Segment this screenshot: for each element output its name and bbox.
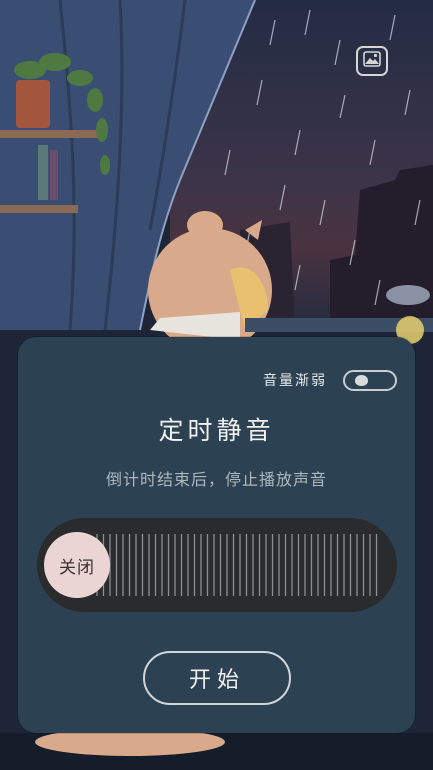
timer-slider[interactable]: 关闭 (37, 518, 397, 612)
volume-fade-row: 音量渐弱 (263, 368, 397, 392)
start-button[interactable]: 开始 (143, 651, 291, 705)
sheet-title: 定时静音 (158, 416, 275, 445)
toggle-knob (355, 374, 368, 386)
slider-value-label: 关闭 (59, 557, 95, 578)
sleep-timer-sheet: 音量渐弱 定时静音 倒计时结束后，停止播放声音 关闭 开始 (18, 337, 415, 733)
slider-thumb[interactable]: 关闭 (44, 532, 110, 598)
gallery-button[interactable] (356, 46, 388, 76)
volume-fade-label: 音量渐弱 (263, 373, 327, 389)
sheet-subtitle: 倒计时结束后，停止播放声音 (105, 470, 327, 489)
volume-fade-toggle[interactable] (343, 369, 397, 391)
start-button-label: 开始 (188, 668, 245, 693)
image-icon (363, 51, 381, 71)
